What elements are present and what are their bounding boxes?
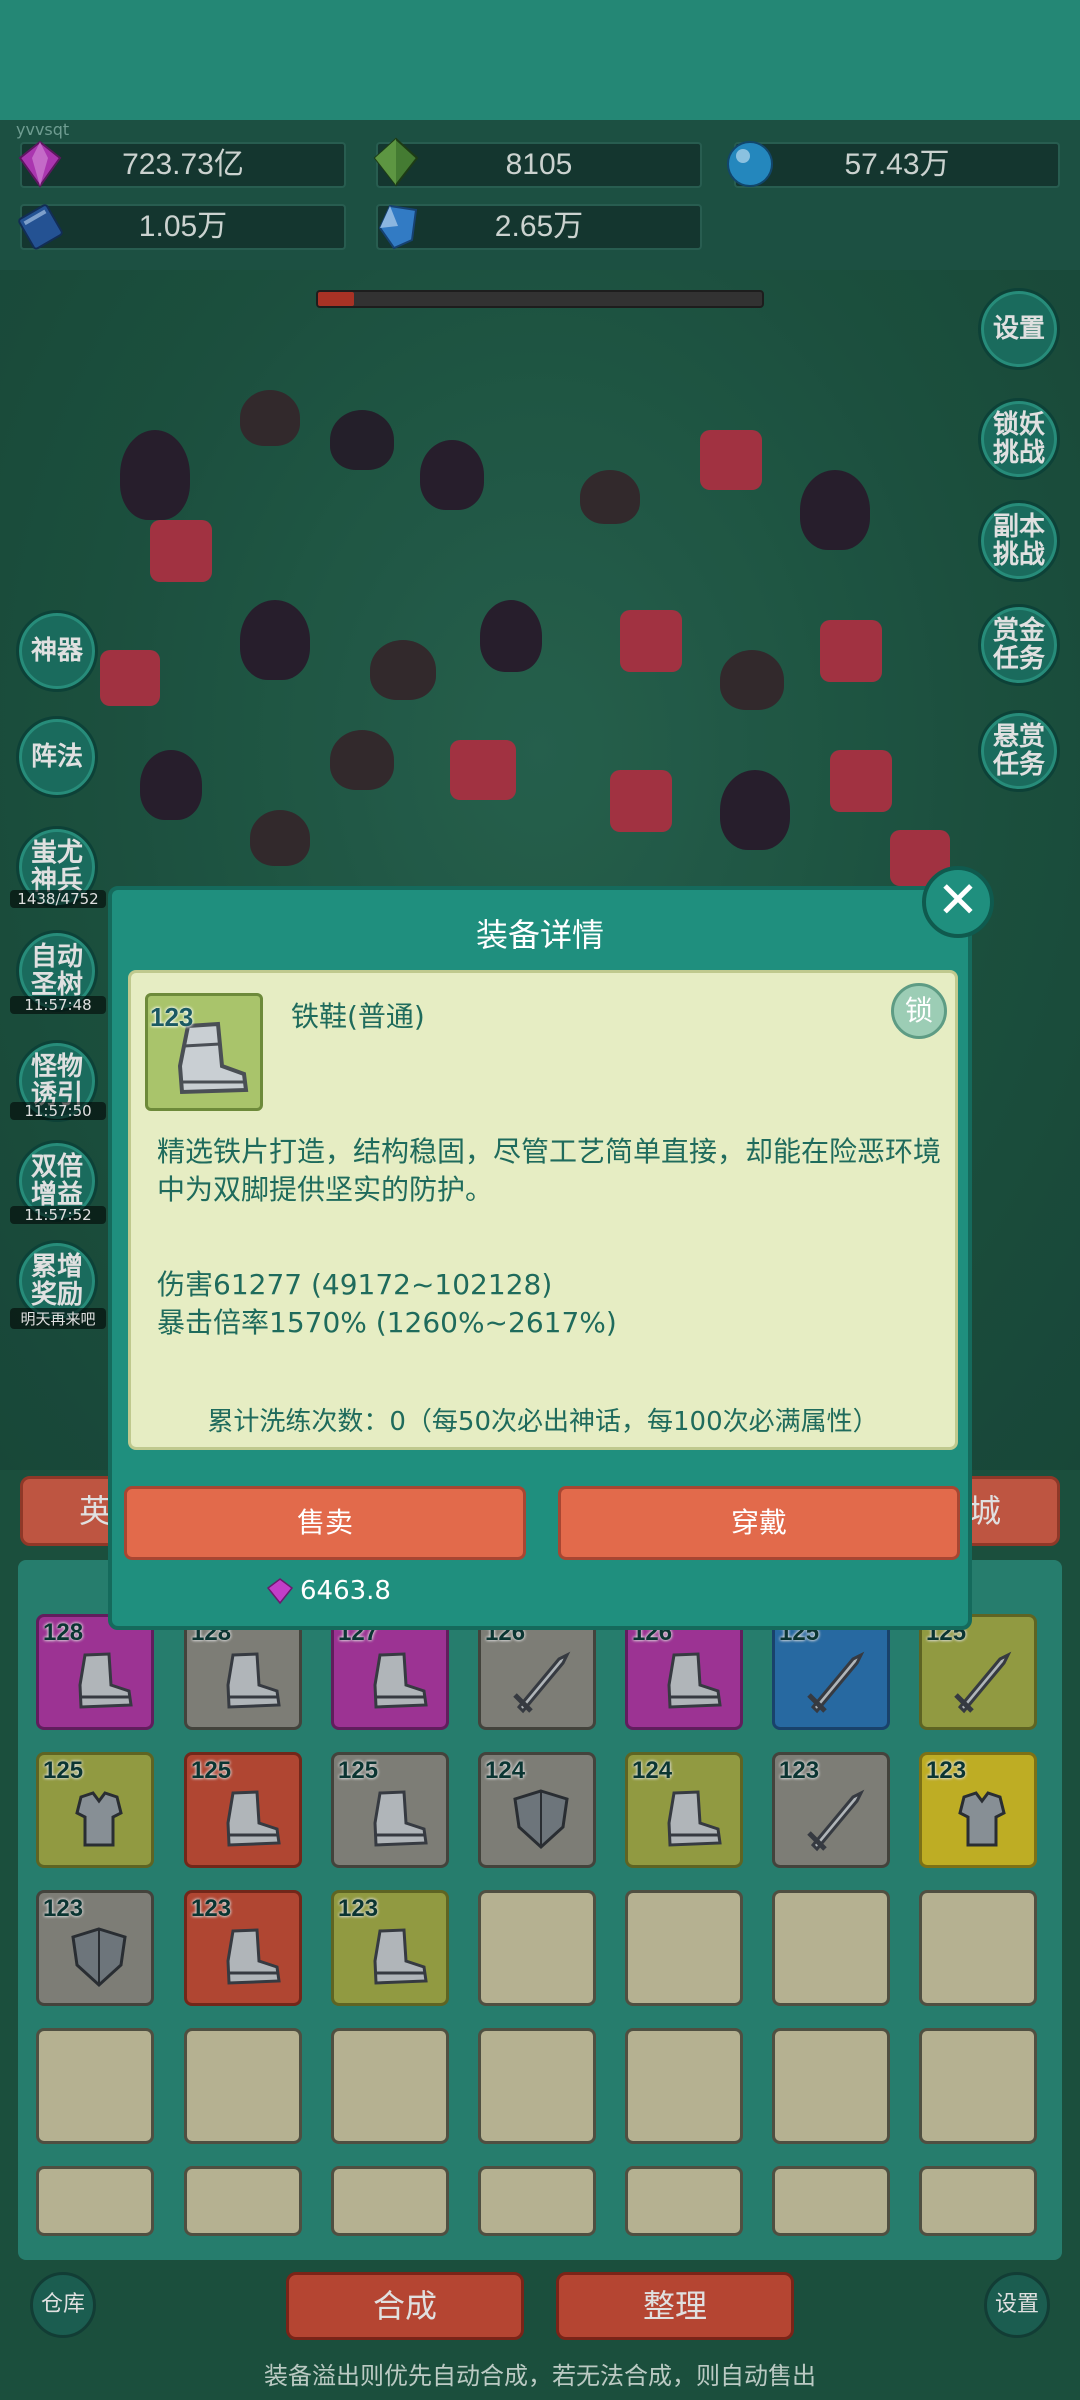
lock-button[interactable]: 锁 [891,983,947,1039]
equipment-detail-modal: 装备详情 123 铁鞋(普通) 锁 精选铁片打造，结构稳固，尽管工艺简单直接，却… [108,886,972,1630]
sell-price-value: 6463.8 [300,1576,391,1606]
sell-button[interactable]: 售卖 [124,1486,526,1560]
equipment-icon: 123 [145,993,263,1111]
damage-stat: 伤害61277 (49172~102128) [157,1268,553,1301]
crit-stat: 暴击倍率1570% (1260%~2617%) [157,1306,617,1339]
equipment-name: 铁鞋(普通) [291,1000,425,1033]
purple-gem-icon [266,1578,294,1605]
refine-count-text: 累计洗练次数：0（每50次必出神话，每100次必满属性） [207,1407,879,1437]
modal-title: 装备详情 [475,916,604,954]
equipment-card: 123 铁鞋(普通) 锁 精选铁片打造，结构稳固，尽管工艺简单直接，却能在险恶环… [128,970,958,1450]
sell-price: 6463.8 [266,1576,391,1606]
equipment-description: 精选铁片打造，结构稳固，尽管工艺简单直接，却能在险恶环境中为双脚提供坚实的防护。 [157,1135,942,1206]
equipment-level: 123 [150,1002,194,1032]
equip-button[interactable]: 穿戴 [558,1486,960,1560]
close-icon[interactable]: ✕ [922,866,994,938]
